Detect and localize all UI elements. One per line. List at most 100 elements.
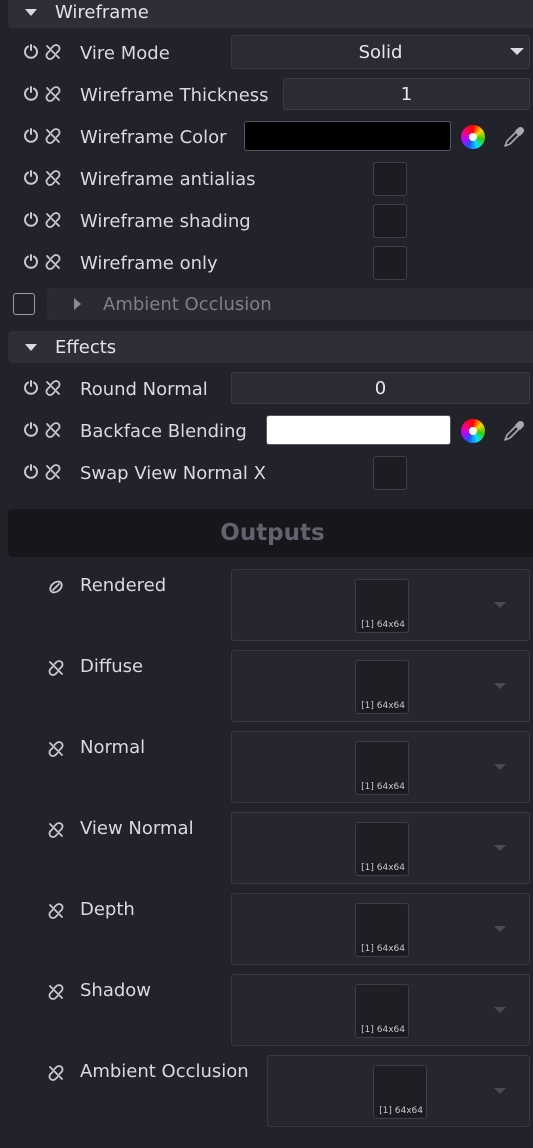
output-row: Normal [1] 64x64: [0, 731, 533, 805]
ambient-occlusion-section-header[interactable]: Ambient Occlusion: [47, 288, 533, 320]
reset-icon[interactable]: [23, 44, 39, 60]
output-preview-box[interactable]: [1] 64x64: [231, 812, 530, 884]
thumbnail-size-label: [1] 64x64: [359, 944, 407, 955]
unlink-icon[interactable]: [48, 1065, 64, 1081]
vire-mode-row: Vire Mode Solid: [0, 33, 533, 73]
round-normal-label: Round Normal: [80, 378, 208, 400]
output-preview-box[interactable]: [1] 64x64: [231, 974, 530, 1046]
ambient-occlusion-section: Ambient Occlusion: [8, 287, 533, 323]
section-title: Ambient Occlusion: [103, 294, 272, 315]
wireframe-only-row: Wireframe only: [0, 243, 533, 283]
vire-mode-label: Vire Mode: [80, 42, 170, 64]
output-preview-box[interactable]: [1] 64x64: [231, 650, 530, 722]
output-row: Ambient Occlusion [1] 64x64: [0, 1055, 533, 1129]
unlink-icon[interactable]: [45, 170, 61, 186]
thumbnail-size-label: [1] 64x64: [359, 701, 407, 712]
vire-mode-dropdown[interactable]: Solid: [231, 35, 530, 69]
thumbnail-size-label: [1] 64x64: [377, 1106, 425, 1117]
reset-icon[interactable]: [23, 86, 39, 102]
vire-mode-value: Solid: [358, 41, 403, 63]
chevron-down-icon: [494, 764, 506, 770]
unlink-icon[interactable]: [45, 86, 61, 102]
unlink-icon[interactable]: [48, 984, 64, 1000]
output-label: Normal: [80, 737, 146, 758]
section-title: Wireframe: [55, 1, 149, 23]
swap-view-normal-x-checkbox[interactable]: [373, 456, 407, 490]
reset-icon[interactable]: [23, 212, 39, 228]
chevron-down-icon: [494, 683, 506, 689]
output-label: Shadow: [80, 980, 152, 1001]
chevron-down-icon: [510, 48, 524, 55]
effects-section-header[interactable]: Effects: [8, 331, 533, 363]
output-preview-box[interactable]: [1] 64x64: [231, 893, 530, 965]
wireframe-color-row: Wireframe Color: [0, 117, 533, 157]
wireframe-shading-row: Wireframe shading: [0, 201, 533, 241]
output-preview-box[interactable]: [1] 64x64: [231, 731, 530, 803]
wireframe-section-header[interactable]: Wireframe: [8, 0, 533, 28]
output-row: Diffuse [1] 64x64: [0, 650, 533, 724]
output-thumbnail: [1] 64x64: [355, 741, 409, 795]
round-normal-input[interactable]: 0: [231, 372, 530, 404]
unlink-icon[interactable]: [45, 422, 61, 438]
color-wheel-icon[interactable]: [461, 125, 485, 149]
ambient-occlusion-enable-checkbox[interactable]: [13, 293, 35, 315]
unlink-icon[interactable]: [45, 380, 61, 396]
reset-icon[interactable]: [23, 170, 39, 186]
output-row: Shadow [1] 64x64: [0, 974, 533, 1048]
link-icon[interactable]: [48, 579, 64, 595]
wireframe-shading-checkbox[interactable]: [373, 204, 407, 238]
reset-icon[interactable]: [23, 422, 39, 438]
output-thumbnail: [1] 64x64: [355, 822, 409, 876]
backface-blending-swatch[interactable]: [266, 415, 451, 445]
unlink-icon[interactable]: [48, 660, 64, 676]
unlink-icon[interactable]: [48, 741, 64, 757]
output-preview-box[interactable]: [1] 64x64: [267, 1055, 530, 1127]
reset-icon[interactable]: [23, 464, 39, 480]
expand-triangle-icon: [74, 298, 81, 310]
outputs-title: Outputs: [220, 520, 325, 546]
output-thumbnail: [1] 64x64: [355, 903, 409, 957]
unlink-icon[interactable]: [48, 903, 64, 919]
wireframe-only-checkbox[interactable]: [373, 246, 407, 280]
output-preview-box[interactable]: [1] 64x64: [231, 569, 530, 641]
output-thumbnail: [1] 64x64: [355, 984, 409, 1038]
output-label: View Normal: [80, 818, 194, 839]
collapse-triangle-icon: [25, 343, 37, 351]
wireframe-color-label: Wireframe Color: [80, 126, 227, 148]
output-thumbnail: [1] 64x64: [355, 579, 409, 633]
wireframe-color-swatch[interactable]: [244, 121, 451, 151]
swap-view-normal-x-label: Swap View Normal X: [80, 462, 266, 484]
thumbnail-size-label: [1] 64x64: [359, 620, 407, 631]
backface-blending-label: Backface Blending: [80, 420, 247, 442]
chevron-down-icon: [494, 602, 506, 608]
reset-icon[interactable]: [23, 254, 39, 270]
thumbnail-size-label: [1] 64x64: [359, 1025, 407, 1036]
output-row: Rendered [1] 64x64: [0, 569, 533, 643]
eyedropper-icon[interactable]: [502, 419, 526, 443]
wireframe-thickness-input[interactable]: 1: [283, 78, 530, 110]
unlink-icon[interactable]: [45, 254, 61, 270]
unlink-icon[interactable]: [45, 212, 61, 228]
wireframe-shading-label: Wireframe shading: [80, 210, 251, 232]
wireframe-antialias-row: Wireframe antialias: [0, 159, 533, 199]
collapse-triangle-icon: [25, 8, 37, 16]
round-normal-value: 0: [374, 377, 387, 399]
color-wheel-icon[interactable]: [461, 419, 485, 443]
backface-blending-row: Backface Blending: [0, 411, 533, 451]
unlink-icon[interactable]: [45, 128, 61, 144]
wireframe-thickness-label: Wireframe Thickness: [80, 84, 269, 106]
output-thumbnail: [1] 64x64: [355, 660, 409, 714]
reset-icon[interactable]: [23, 380, 39, 396]
chevron-down-icon: [494, 1088, 506, 1094]
reset-icon[interactable]: [23, 128, 39, 144]
unlink-icon[interactable]: [48, 822, 64, 838]
section-title: Effects: [55, 336, 117, 358]
unlink-icon[interactable]: [45, 464, 61, 480]
wireframe-antialias-checkbox[interactable]: [373, 162, 407, 196]
wireframe-only-label: Wireframe only: [80, 252, 218, 274]
wireframe-thickness-value: 1: [400, 83, 413, 105]
thumbnail-size-label: [1] 64x64: [359, 782, 407, 793]
eyedropper-icon[interactable]: [502, 125, 526, 149]
wireframe-thickness-row: Wireframe Thickness 1: [0, 75, 533, 115]
unlink-icon[interactable]: [45, 44, 61, 60]
